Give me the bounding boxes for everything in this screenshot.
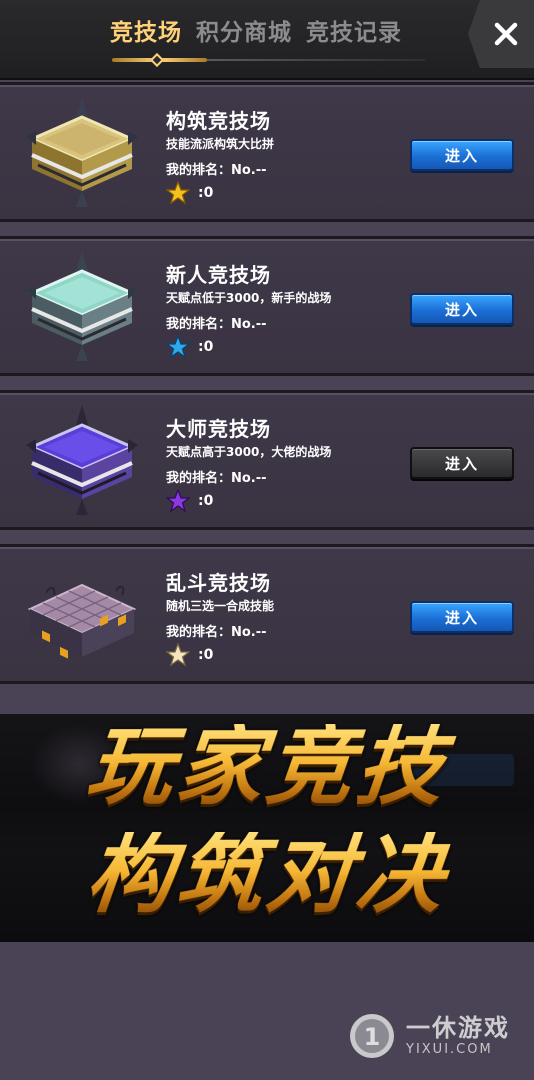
tab-bar: 竞技场 积分商城 竞技记录: [110, 10, 402, 50]
watermark-text: 一休游戏 YIXUI.COM: [406, 1014, 510, 1057]
star-row: :0: [166, 489, 213, 513]
arena-description: 技能流派构筑大比拼: [166, 137, 275, 151]
enter-button[interactable]: 进入: [410, 601, 514, 633]
arena-rank: 我的排名：No.--: [166, 163, 267, 178]
banner-slogan-line1: 玩家竞技: [0, 716, 534, 817]
active-tab-marker: [149, 52, 165, 68]
arena-description: 天赋点低于3000，新手的战场: [166, 291, 332, 305]
star-count: :0: [198, 339, 214, 355]
arena-rank: 我的排名：No.--: [166, 471, 267, 486]
arena-description: 天赋点高于3000，大佬的战场: [166, 445, 332, 459]
arena-title: 大师竞技场: [166, 417, 271, 441]
arena-card-newbie: 新人竞技场 天赋点低于3000，新手的战场 我的排名：No.-- :0 进入: [0, 236, 534, 376]
blue-star-icon: [166, 335, 190, 359]
arena-title: 新人竞技场: [166, 263, 271, 287]
yixiu-logo-icon: 1: [350, 1014, 394, 1058]
gold-star-icon: [166, 181, 190, 205]
arena-card-master: 大师竞技场 天赋点高于3000，大佬的战场 我的排名：No.-- :0 进入: [0, 390, 534, 530]
arena-title: 构筑竞技场: [166, 109, 271, 133]
tab-match-records[interactable]: 竞技记录: [306, 13, 402, 47]
arena-rank: 我的排名：No.--: [166, 625, 267, 640]
watermark-name: 一休游戏: [406, 1014, 510, 1043]
close-button[interactable]: [468, 0, 534, 68]
cream-star-icon: [166, 643, 190, 667]
enter-button[interactable]: 进入: [410, 139, 514, 171]
enter-button[interactable]: 进入: [410, 293, 514, 325]
tab-arena[interactable]: 竞技场: [110, 13, 182, 47]
arena-card-brawl: 乱斗竞技场 随机三选一合成技能 我的排名：No.-- :0 进入: [0, 544, 534, 684]
arena-description: 随机三选一合成技能: [166, 599, 275, 613]
teal-arena-icon: [26, 251, 138, 361]
star-row: :0: [166, 643, 213, 667]
watermark-url: YIXUI.COM: [406, 1041, 493, 1057]
gold-arena-icon: [26, 97, 138, 207]
watermark: 1 一休游戏 YIXUI.COM: [348, 1012, 510, 1060]
tab-rail: [205, 59, 425, 61]
stone-arena-icon: [27, 583, 137, 659]
arena-title: 乱斗竞技场: [166, 571, 271, 595]
logo-digit: 1: [364, 1023, 381, 1051]
purple-arena-icon: [26, 405, 138, 515]
arena-card-build: 构筑竞技场 技能流派构筑大比拼 我的排名：No.-- :0 进入: [0, 82, 534, 222]
close-icon: [494, 22, 518, 46]
top-bar: 竞技场 积分商城 竞技记录: [0, 0, 534, 80]
banner-slogan-line2: 构筑对决: [0, 824, 534, 925]
promo-banner: 玩家竞技 构筑对决: [0, 714, 534, 942]
star-row: :0: [166, 335, 213, 359]
star-row: :0: [166, 181, 213, 205]
enter-button[interactable]: 进入: [410, 447, 514, 479]
star-count: :0: [198, 647, 214, 663]
arena-rank: 我的排名：No.--: [166, 317, 267, 332]
tab-points-shop[interactable]: 积分商城: [196, 13, 292, 47]
purple-star-icon: [166, 489, 190, 513]
star-count: :0: [198, 493, 214, 509]
star-count: :0: [198, 185, 214, 201]
